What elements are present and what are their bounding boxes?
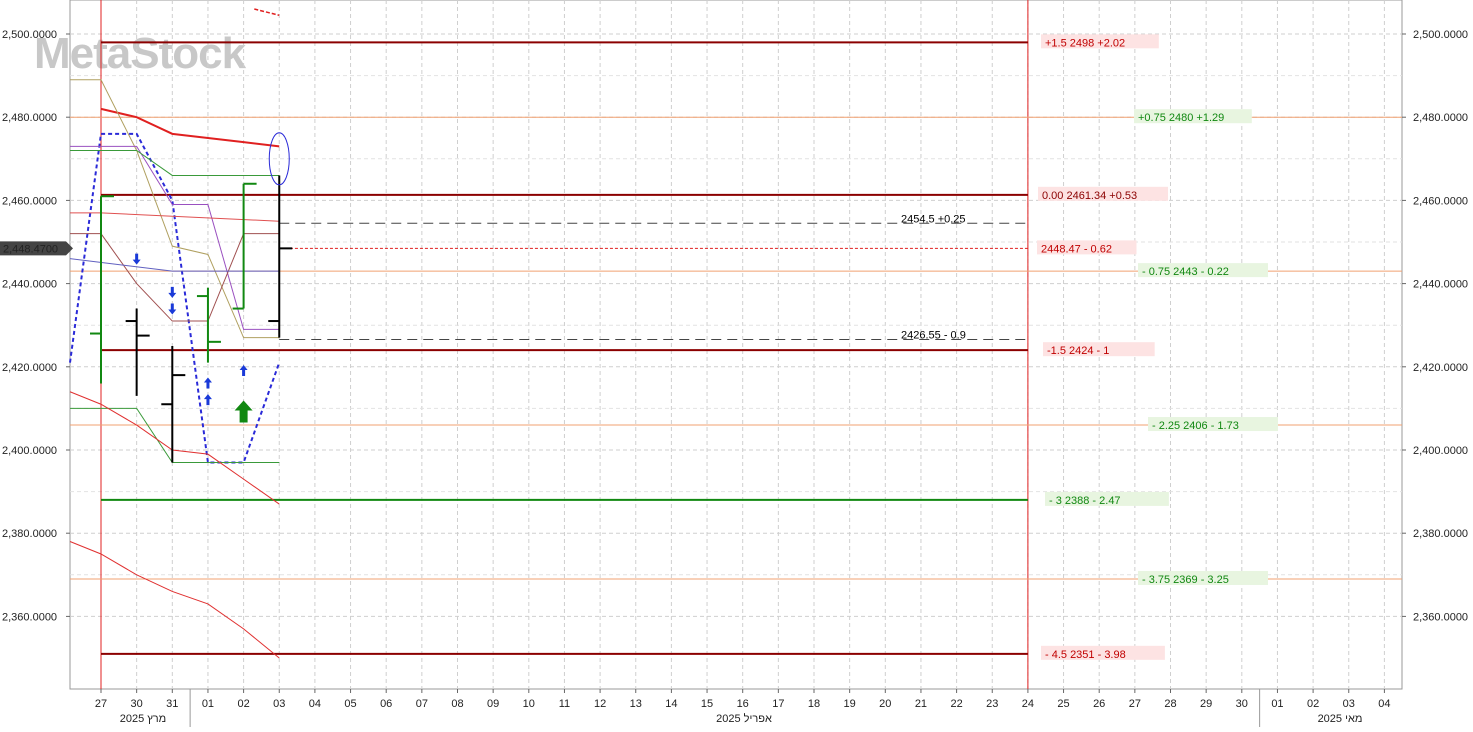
y-tick-label-left: 2,440.0000 bbox=[2, 279, 57, 291]
x-tick-label: 31 bbox=[166, 698, 178, 710]
x-tick-label: 17 bbox=[772, 698, 784, 710]
level-label: - 0.75 2443 - 0.22 bbox=[1142, 266, 1229, 278]
y-tick-label-right: 2,440.0000 bbox=[1413, 279, 1468, 291]
x-tick-label: 09 bbox=[487, 698, 499, 710]
level-label: - 3 2388 - 2.47 bbox=[1049, 495, 1121, 507]
x-tick-label: 18 bbox=[808, 698, 820, 710]
x-tick-label: 03 bbox=[273, 698, 285, 710]
x-tick-label: 21 bbox=[915, 698, 927, 710]
watermark: MetaStock bbox=[34, 29, 247, 78]
level-label: - 4.5 2351 - 3.98 bbox=[1045, 649, 1126, 661]
y-tick-label-left: 2,380.0000 bbox=[2, 528, 57, 540]
x-tick-label: 02 bbox=[1307, 698, 1319, 710]
x-tick-label: 26 bbox=[1093, 698, 1105, 710]
y-tick-label-right: 2,460.0000 bbox=[1413, 195, 1468, 207]
last-price-tag-label: 2,448.4700 bbox=[3, 243, 58, 255]
y-tick-label-left: 2,460.0000 bbox=[2, 195, 57, 207]
x-tick-label: 04 bbox=[309, 698, 321, 710]
x-month-label: 2025 מרץ bbox=[120, 713, 167, 725]
y-tick-label-right: 2,480.0000 bbox=[1413, 112, 1468, 124]
y-tick-label-right: 2,360.0000 bbox=[1413, 611, 1468, 623]
x-tick-label: 27 bbox=[1129, 698, 1141, 710]
y-tick-label-left: 2,360.0000 bbox=[2, 611, 57, 623]
y-tick-label-right: 2,380.0000 bbox=[1413, 528, 1468, 540]
x-tick-label: 19 bbox=[844, 698, 856, 710]
y-tick-label-right: 2,500.0000 bbox=[1413, 29, 1468, 41]
y-tick-label-right: 2,400.0000 bbox=[1413, 445, 1468, 457]
x-tick-label: 03 bbox=[1343, 698, 1355, 710]
price-chart[interactable]: MetaStock +1.5 2498 +2.02 +0.75 2480 +1.2… bbox=[0, 0, 1473, 727]
x-tick-label: 16 bbox=[737, 698, 749, 710]
y-tick-label-left: 2,480.0000 bbox=[2, 112, 57, 124]
x-tick-label: 23 bbox=[986, 698, 998, 710]
y-tick-label-left: 2,500.0000 bbox=[2, 29, 57, 41]
x-tick-label: 02 bbox=[237, 698, 249, 710]
x-tick-label: 27 bbox=[95, 698, 107, 710]
y-tick-label-left: 2,420.0000 bbox=[2, 362, 57, 374]
last-price-label: 2448.47 - 0.62 bbox=[1041, 243, 1112, 255]
x-tick-label: 04 bbox=[1378, 698, 1390, 710]
chart-area[interactable]: MetaStock +1.5 2498 +2.02 +0.75 2480 +1.2… bbox=[0, 0, 1473, 727]
x-month-label: 2025 מאי bbox=[1318, 713, 1363, 725]
x-tick-label: 20 bbox=[879, 698, 891, 710]
x-tick-label: 10 bbox=[523, 698, 535, 710]
y-tick-label-right: 2,420.0000 bbox=[1413, 362, 1468, 374]
x-tick-label: 29 bbox=[1200, 698, 1212, 710]
x-tick-label: 28 bbox=[1164, 698, 1176, 710]
x-tick-label: 07 bbox=[416, 698, 428, 710]
x-tick-label: 30 bbox=[1236, 698, 1248, 710]
x-tick-label: 13 bbox=[630, 698, 642, 710]
level-label: +1.5 2498 +2.02 bbox=[1045, 37, 1125, 49]
x-tick-label: 22 bbox=[950, 698, 962, 710]
level-label: -1.5 2424 - 1 bbox=[1047, 345, 1109, 357]
x-tick-label: 06 bbox=[380, 698, 392, 710]
level-label: +0.75 2480 +1.29 bbox=[1138, 112, 1224, 124]
x-tick-label: 08 bbox=[451, 698, 463, 710]
y-tick-label-left: 2,400.0000 bbox=[2, 445, 57, 457]
level-label: 0.00 2461.34 +0.53 bbox=[1042, 190, 1137, 202]
level-label: - 3.75 2369 - 3.25 bbox=[1142, 574, 1229, 586]
x-tick-label: 30 bbox=[131, 698, 143, 710]
x-tick-label: 15 bbox=[701, 698, 713, 710]
x-tick-label: 01 bbox=[202, 698, 214, 710]
x-tick-label: 11 bbox=[559, 698, 570, 710]
dashed-level-label: 2454.5 +0.25 bbox=[901, 213, 966, 225]
x-tick-label: 24 bbox=[1022, 698, 1034, 710]
x-tick-label: 01 bbox=[1271, 698, 1283, 710]
chart-background bbox=[0, 0, 1473, 727]
dashed-level-label: 2426.55 - 0.9 bbox=[901, 330, 966, 342]
x-tick-label: 14 bbox=[665, 698, 677, 710]
level-label: - 2.25 2406 - 1.73 bbox=[1152, 420, 1239, 432]
x-month-label: 2025 אפריל bbox=[716, 712, 772, 725]
x-tick-label: 12 bbox=[594, 698, 606, 710]
x-tick-label: 25 bbox=[1057, 698, 1069, 710]
x-tick-label: 05 bbox=[344, 698, 356, 710]
